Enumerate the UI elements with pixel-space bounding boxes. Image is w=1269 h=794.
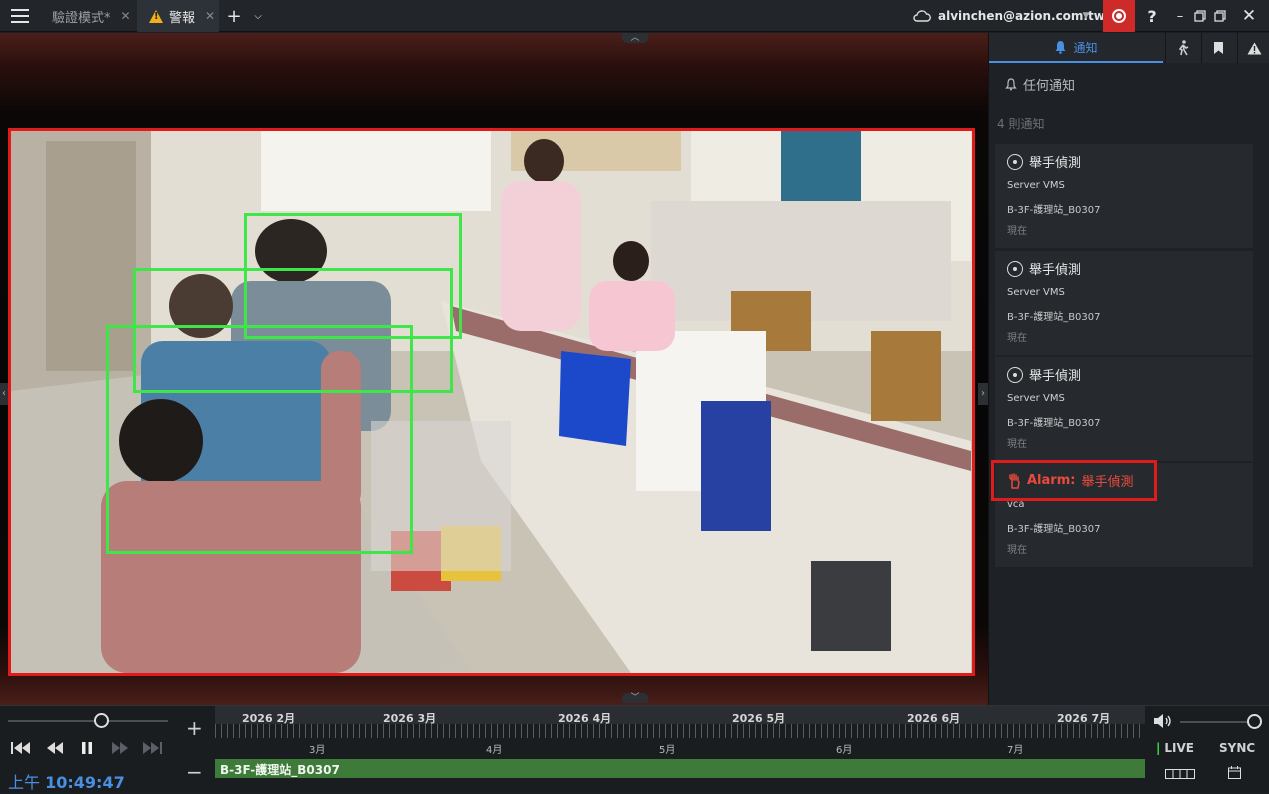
tab-notifications[interactable]: 通知: [989, 33, 1163, 63]
notification-time: 現在: [1007, 333, 1027, 344]
plus-icon[interactable]: +: [224, 0, 244, 32]
help-button[interactable]: ?: [1140, 0, 1164, 32]
notification-title: 舉手偵測: [1029, 369, 1082, 384]
notification-card[interactable]: 舉手偵測 Server VMS B-3F-護理站_B0307 現在: [995, 251, 1253, 355]
pause-icon[interactable]: [81, 742, 93, 757]
notification-camera: B-3F-護理站_B0307: [1007, 312, 1101, 323]
time-prefix: 上午: [8, 773, 41, 792]
panel-toggle-left-icon[interactable]: ‹: [0, 383, 8, 405]
notification-source: Server VMS: [1007, 287, 1065, 298]
speed-slider-handle[interactable]: [94, 713, 109, 728]
record-icon: [1112, 9, 1126, 23]
hamburger-icon[interactable]: [4, 0, 36, 32]
close-tab-icon[interactable]: ✕: [205, 9, 215, 23]
notification-count: 4 則通知: [997, 117, 1045, 131]
speed-slider[interactable]: [8, 720, 168, 722]
volume-icon[interactable]: [1153, 714, 1173, 731]
alarm-highlight-box: [991, 460, 1157, 501]
notification-source: Server VMS: [1007, 180, 1065, 191]
detection-box: [106, 325, 413, 554]
layout-icon[interactable]: [1165, 768, 1195, 782]
fast-forward-icon[interactable]: [111, 742, 129, 757]
tab-verification-mode[interactable]: 驗證模式* ✕: [40, 0, 135, 32]
calendar-icon[interactable]: [1228, 766, 1241, 782]
volume-slider[interactable]: [1180, 721, 1250, 723]
zoom-in-button[interactable]: +: [186, 716, 203, 740]
rewind-icon[interactable]: [46, 742, 64, 757]
tab-label: 警報: [169, 10, 196, 26]
minimize-icon[interactable]: –: [1172, 0, 1188, 32]
timeline-header: [215, 706, 1145, 724]
notification-time: 現在: [1007, 545, 1027, 556]
video-viewport[interactable]: ︿ ﹀ › ‹: [0, 33, 988, 705]
title-bar: 驗證模式* ✕ 警報 ✕ + ⌵ alvinchen@azion.com.tw …: [0, 0, 1269, 32]
maximize-icon[interactable]: [1212, 0, 1228, 32]
help-icon: ?: [1147, 6, 1157, 26]
timeline-sub-label: 7月: [1007, 745, 1024, 756]
user-account[interactable]: alvinchen@azion.com.tw: [938, 0, 1105, 32]
tab-label: 通知: [1073, 40, 1098, 55]
notification-title: 舉手偵測: [1029, 156, 1082, 171]
notification-card[interactable]: 舉手偵測 Server VMS B-3F-護理站_B0307 現在: [995, 144, 1253, 248]
notification-camera: B-3F-護理站_B0307: [1007, 418, 1101, 429]
bookmark-icon[interactable]: [1201, 33, 1235, 63]
volume-slider-handle[interactable]: [1247, 714, 1262, 729]
record-button[interactable]: [1103, 0, 1135, 32]
notification-source: Server VMS: [1007, 393, 1065, 404]
notification-panel: 通知 任何通知 4 則通知 舉手偵測 Server VMS B-3F-護理站_B…: [988, 33, 1269, 705]
notification-time: 現在: [1007, 439, 1027, 450]
tab-alarm[interactable]: 警報 ✕: [137, 0, 219, 32]
live-label: LIVE: [1164, 741, 1194, 755]
chevron-down-icon[interactable]: ⌵: [248, 0, 268, 32]
restore-icon[interactable]: [1192, 0, 1208, 32]
panel-toggle-icon[interactable]: ›: [978, 383, 988, 405]
warning-icon: [149, 9, 163, 23]
notification-title: 舉手偵測: [1029, 263, 1082, 278]
detection-icon: [1007, 153, 1023, 170]
detection-icon: [1007, 260, 1023, 277]
tab-label: 驗證模式*: [52, 10, 111, 26]
detection-icon: [1007, 366, 1023, 383]
current-time: 上午 10:49:47: [8, 769, 125, 793]
collapse-bottom-icon[interactable]: ﹀: [622, 693, 648, 703]
chevron-down-icon[interactable]: ▼: [1078, 0, 1094, 32]
sync-button[interactable]: SYNC: [1219, 741, 1255, 755]
panel-tabs: 通知: [989, 33, 1269, 63]
notification-camera: B-3F-護理站_B0307: [1007, 205, 1101, 216]
camera-track[interactable]: B-3F-護理站_B0307: [215, 759, 1145, 778]
timeline-ticks: [215, 724, 1145, 738]
timeline-sub-label: 3月: [309, 745, 326, 756]
close-icon[interactable]: ✕: [1236, 0, 1262, 32]
collapse-top-icon[interactable]: ︿: [622, 33, 648, 43]
person-walk-icon[interactable]: [1165, 33, 1199, 63]
track-label: B-3F-護理站_B0307: [220, 763, 340, 777]
filter-label: 任何通知: [1023, 79, 1076, 94]
bell-icon: [1055, 41, 1066, 54]
bell-outline-icon: [1005, 78, 1017, 91]
time-value: 10:49:47: [45, 773, 125, 792]
skip-forward-icon[interactable]: [142, 742, 162, 757]
alert-icon[interactable]: [1237, 33, 1269, 63]
skip-back-icon[interactable]: [11, 742, 31, 757]
notification-time: 現在: [1007, 226, 1027, 237]
cloud-icon: [910, 0, 934, 32]
notification-card[interactable]: 舉手偵測 Server VMS B-3F-護理站_B0307 現在: [995, 357, 1253, 461]
live-button[interactable]: | LIVE: [1156, 741, 1194, 755]
zoom-out-button[interactable]: −: [186, 760, 203, 784]
timeline-sub-label: 4月: [486, 745, 503, 756]
notification-camera: B-3F-護理站_B0307: [1007, 524, 1101, 535]
playback-bar: 上午 10:49:47 + − 2026 2月 2026 3月 2026 4月 …: [0, 705, 1269, 793]
notification-filter[interactable]: 任何通知: [1005, 75, 1075, 94]
camera-feed[interactable]: [8, 128, 975, 676]
close-tab-icon[interactable]: ✕: [121, 9, 131, 23]
timeline[interactable]: 2026 2月 2026 3月 2026 4月 2026 5月 2026 6月 …: [215, 706, 1145, 794]
timeline-sub-label: 5月: [659, 745, 676, 756]
timeline-sub-label: 6月: [836, 745, 853, 756]
